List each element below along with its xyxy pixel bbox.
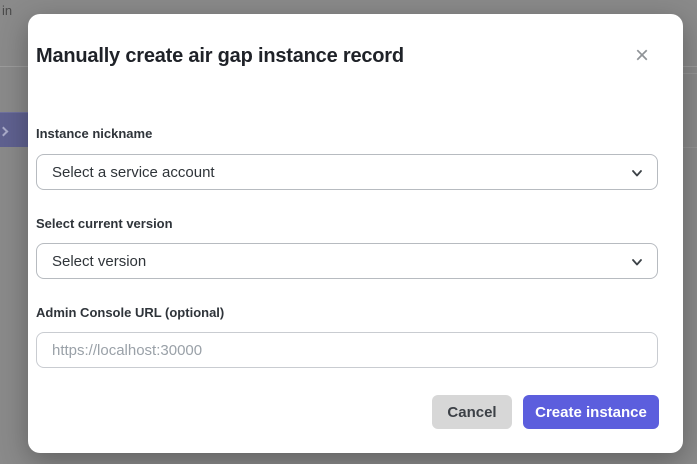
current-version-select-value: Select version <box>52 253 146 270</box>
close-icon: × <box>635 44 649 68</box>
current-version-label: Select current version <box>36 216 173 232</box>
instance-nickname-select[interactable]: Select a service account <box>36 154 658 190</box>
instance-nickname-label: Instance nickname <box>36 126 152 142</box>
background-selected-row <box>0 112 28 147</box>
background-partial-text: in <box>2 3 12 18</box>
close-button[interactable]: × <box>626 40 658 72</box>
create-airgap-instance-modal: Manually create air gap instance record … <box>28 14 683 453</box>
current-version-select[interactable]: Select version <box>36 243 658 279</box>
modal-title: Manually create air gap instance record <box>36 42 404 70</box>
chevron-down-icon <box>630 255 644 269</box>
cancel-button[interactable]: Cancel <box>432 395 512 429</box>
instance-nickname-select-value: Select a service account <box>52 164 215 181</box>
chevron-down-icon <box>630 166 644 180</box>
background-row-line <box>683 147 697 148</box>
background-divider-right <box>683 73 697 74</box>
admin-console-url-input[interactable] <box>36 332 658 368</box>
create-instance-button[interactable]: Create instance <box>523 395 659 429</box>
admin-console-url-label: Admin Console URL (optional) <box>36 305 224 321</box>
